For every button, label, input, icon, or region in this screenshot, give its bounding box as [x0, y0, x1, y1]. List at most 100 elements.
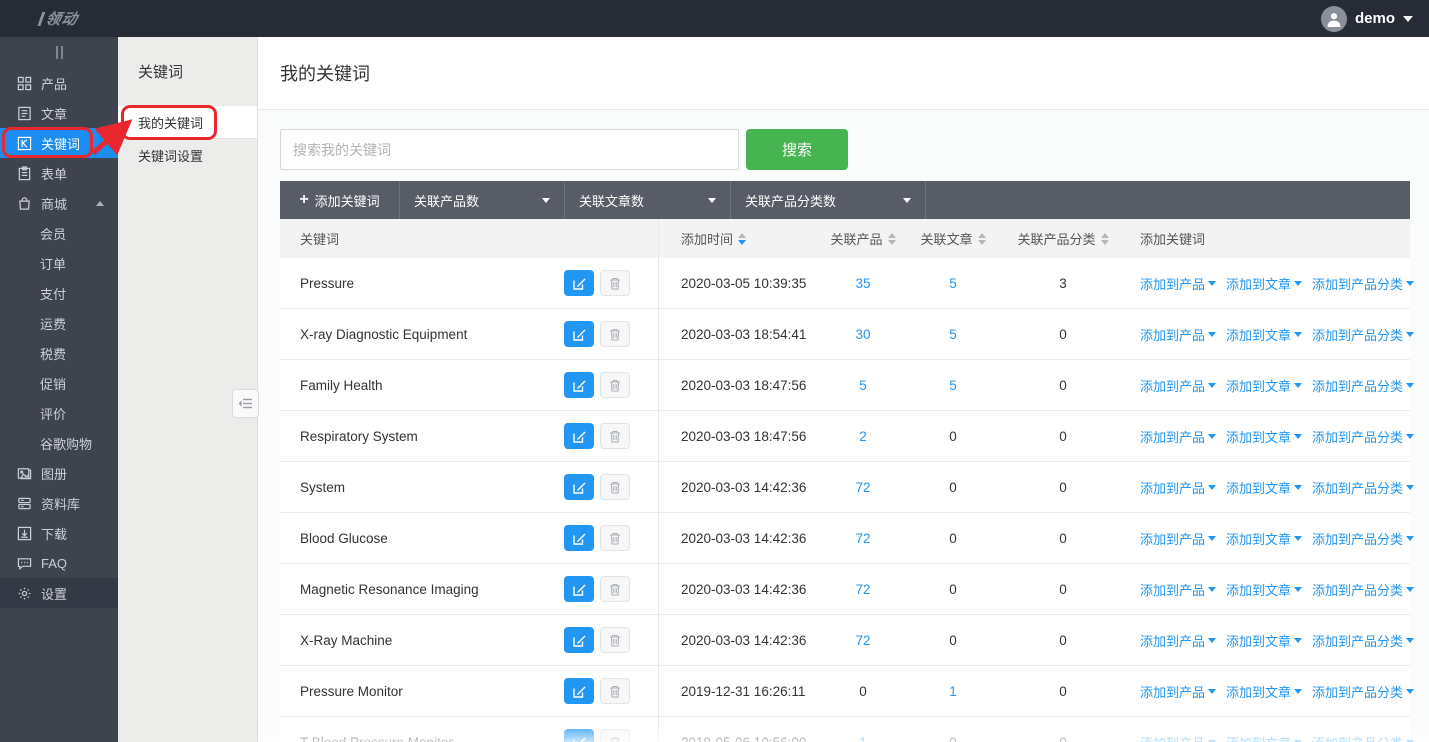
edit-button[interactable] [564, 321, 594, 347]
edit-button[interactable] [564, 678, 594, 704]
sidebar-item-orders[interactable]: 订单 [0, 248, 118, 278]
add-to-article-link[interactable]: 添加到文章 [1226, 427, 1302, 446]
related-articles-count[interactable]: 1 [949, 684, 957, 699]
sidebar-item-settings[interactable]: 设置 [0, 578, 118, 608]
related-articles-count[interactable]: 5 [949, 276, 957, 291]
related-products-count[interactable]: 30 [855, 327, 870, 342]
filter-dropdown-0[interactable]: 关联产品数 [400, 181, 565, 219]
sidebar-item-keywords[interactable]: 关键词 [0, 128, 118, 158]
add-to-category-link[interactable]: 添加到产品分类 [1312, 682, 1414, 701]
add-to-product-link[interactable]: 添加到产品 [1140, 631, 1216, 650]
add-to-product-link[interactable]: 添加到产品 [1140, 274, 1216, 293]
add-to-category-link[interactable]: 添加到产品分类 [1312, 325, 1414, 344]
related-products-count[interactable]: 2 [859, 429, 867, 444]
related-products-count[interactable]: 72 [855, 582, 870, 597]
sidebar-item-download[interactable]: 下载 [0, 518, 118, 548]
edit-button[interactable] [564, 525, 594, 551]
add-to-product-link[interactable]: 添加到产品 [1140, 325, 1216, 344]
sidebar-item-articles[interactable]: 文章 [0, 98, 118, 128]
delete-button[interactable] [600, 576, 630, 602]
panel-collapse-button[interactable] [232, 389, 259, 418]
related-products-count[interactable]: 35 [855, 276, 870, 291]
delete-button[interactable] [600, 372, 630, 398]
related-products-count[interactable]: 72 [855, 633, 870, 648]
add-to-article-link[interactable]: 添加到文章 [1226, 682, 1302, 701]
add-to-article-link[interactable]: 添加到文章 [1226, 529, 1302, 548]
related-articles-count[interactable]: 5 [949, 378, 957, 393]
sidebar-item-google-shopping[interactable]: 谷歌购物 [0, 428, 118, 458]
column-related-products[interactable]: 关联产品 [818, 229, 908, 248]
secondary-sidebar-item-my-keywords[interactable]: 我的关键词 [118, 106, 257, 139]
sidebar-item-faq[interactable]: FAQ [0, 548, 118, 578]
add-to-article-link[interactable]: 添加到文章 [1226, 580, 1302, 599]
delete-button[interactable] [600, 321, 630, 347]
related-products-count[interactable]: 1 [859, 735, 867, 742]
add-keyword-button[interactable]: + 添加关键词 [280, 181, 400, 219]
add-to-article-link[interactable]: 添加到文章 [1226, 733, 1302, 742]
sidebar-item-promotion[interactable]: 促销 [0, 368, 118, 398]
edit-button[interactable] [564, 372, 594, 398]
add-to-category-link[interactable]: 添加到产品分类 [1312, 274, 1414, 293]
sidebar-item-mall[interactable]: 商城 [0, 188, 118, 218]
add-to-category-link[interactable]: 添加到产品分类 [1312, 478, 1414, 497]
filter-dropdown-2[interactable]: 关联产品分类数 [731, 181, 926, 219]
add-to-category-link[interactable]: 添加到产品分类 [1312, 580, 1414, 599]
sort-icon[interactable] [1101, 233, 1109, 245]
add-to-category-link[interactable]: 添加到产品分类 [1312, 631, 1414, 650]
add-to-product-link[interactable]: 添加到产品 [1140, 376, 1216, 395]
add-to-article-link[interactable]: 添加到文章 [1226, 325, 1302, 344]
edit-button[interactable] [564, 474, 594, 500]
delete-button[interactable] [600, 270, 630, 296]
sidebar-item-payment[interactable]: 支付 [0, 278, 118, 308]
delete-button[interactable] [600, 474, 630, 500]
add-to-product-link[interactable]: 添加到产品 [1140, 427, 1216, 446]
search-button[interactable]: 搜索 [746, 129, 848, 170]
sidebar-item-forms[interactable]: 表单 [0, 158, 118, 188]
add-to-product-link[interactable]: 添加到产品 [1140, 580, 1216, 599]
sort-icon[interactable] [978, 233, 986, 245]
sidebar-item-products[interactable]: 产品 [0, 68, 118, 98]
delete-button[interactable] [600, 678, 630, 704]
edit-button[interactable] [564, 729, 594, 742]
secondary-sidebar-item-keyword-settings[interactable]: 关键词设置 [118, 139, 257, 172]
sidebar-item-shipping[interactable]: 运费 [0, 308, 118, 338]
sidebar-collapse-grip[interactable] [0, 37, 118, 68]
add-to-product-link[interactable]: 添加到产品 [1140, 529, 1216, 548]
filter-dropdown-1[interactable]: 关联文章数 [565, 181, 731, 219]
edit-button[interactable] [564, 423, 594, 449]
sidebar-item-members[interactable]: 会员 [0, 218, 118, 248]
add-to-category-link[interactable]: 添加到产品分类 [1312, 733, 1414, 742]
sidebar-item-library[interactable]: 资料库 [0, 488, 118, 518]
add-to-category-link[interactable]: 添加到产品分类 [1312, 376, 1414, 395]
sidebar-item-gallery[interactable]: 图册 [0, 458, 118, 488]
delete-button[interactable] [600, 729, 630, 742]
add-to-category-link[interactable]: 添加到产品分类 [1312, 529, 1414, 548]
related-articles-count[interactable]: 5 [949, 327, 957, 342]
add-to-product-link[interactable]: 添加到产品 [1140, 478, 1216, 497]
add-to-article-link[interactable]: 添加到文章 [1226, 274, 1302, 293]
add-to-product-link[interactable]: 添加到产品 [1140, 682, 1216, 701]
edit-button[interactable] [564, 627, 594, 653]
edit-button[interactable] [564, 576, 594, 602]
column-related-articles[interactable]: 关联文章 [908, 229, 998, 248]
search-input[interactable] [280, 129, 739, 170]
sort-icon[interactable] [888, 233, 896, 245]
sidebar-item-reviews[interactable]: 评价 [0, 398, 118, 428]
delete-button[interactable] [600, 423, 630, 449]
sort-icon[interactable] [738, 233, 746, 245]
add-to-category-link[interactable]: 添加到产品分类 [1312, 427, 1414, 446]
sidebar-item-tax[interactable]: 税费 [0, 338, 118, 368]
edit-button[interactable] [564, 270, 594, 296]
delete-button[interactable] [600, 627, 630, 653]
add-to-article-link[interactable]: 添加到文章 [1226, 376, 1302, 395]
add-to-article-link[interactable]: 添加到文章 [1226, 478, 1302, 497]
related-products-count[interactable]: 5 [859, 378, 867, 393]
add-to-article-link[interactable]: 添加到文章 [1226, 631, 1302, 650]
add-to-product-link[interactable]: 添加到产品 [1140, 733, 1216, 742]
column-related-categories[interactable]: 关联产品分类 [998, 229, 1128, 248]
delete-button[interactable] [600, 525, 630, 551]
user-menu[interactable]: demo [1321, 6, 1429, 32]
related-products-count[interactable]: 72 [855, 531, 870, 546]
column-added-time[interactable]: 添加时间 [658, 219, 818, 258]
related-products-count[interactable]: 72 [855, 480, 870, 495]
